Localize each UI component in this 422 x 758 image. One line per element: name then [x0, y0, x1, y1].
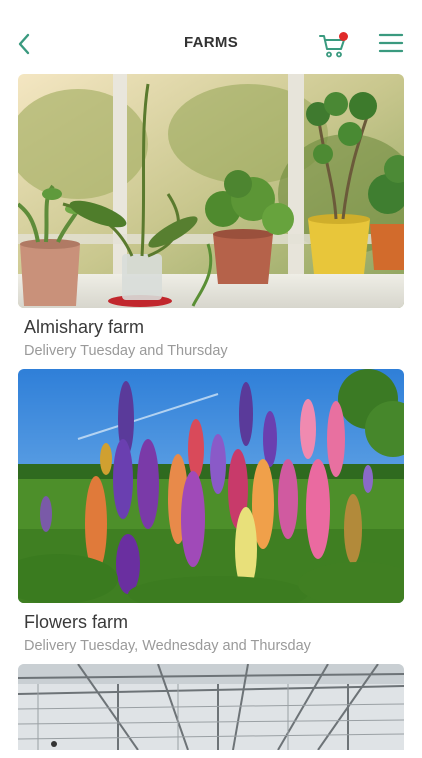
farm-card[interactable]: Almishary farm Delivery Tuesday and Thur…: [18, 74, 404, 361]
page-title: FARMS: [184, 34, 238, 51]
menu-button[interactable]: [378, 32, 406, 58]
farm-name: Almishary farm: [24, 317, 145, 337]
hamburger-menu-icon: [378, 33, 404, 53]
farm-image-greenhouse: [18, 664, 404, 750]
farm-card[interactable]: [18, 664, 404, 758]
cart-badge: [339, 32, 348, 41]
farm-image-indoor-plants: [18, 74, 404, 308]
cart-button[interactable]: [318, 30, 352, 60]
farm-name: Flowers farm: [24, 612, 129, 632]
farm-delivery-days: Delivery Tuesday and Thursday: [24, 343, 228, 359]
top-nav-bar: FARMS: [0, 0, 422, 74]
farm-card[interactable]: Flowers farm Delivery Tuesday, Wednesday…: [18, 369, 404, 656]
farm-delivery-days: Delivery Tuesday, Wednesday and Thursday: [24, 638, 311, 654]
farm-image-lupine-field: [18, 369, 404, 603]
